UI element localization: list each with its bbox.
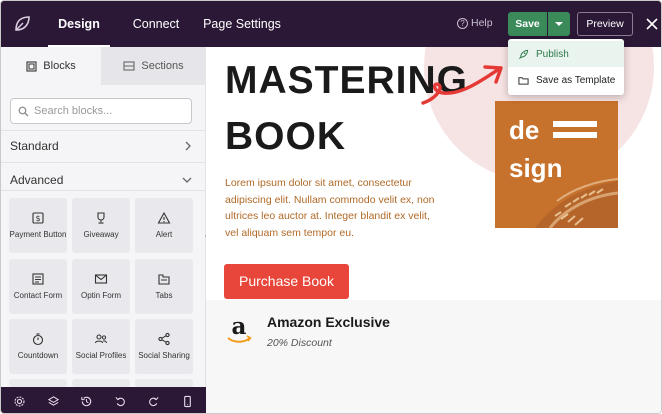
book-cover-image[interactable]: de sign <box>495 101 618 228</box>
block-label: Giveaway <box>83 230 119 240</box>
block-giveaway[interactable]: Giveaway <box>72 198 130 253</box>
search-placeholder: Search blocks... <box>34 105 113 117</box>
envelope-icon <box>94 274 108 284</box>
save-dropdown-toggle[interactable] <box>548 12 570 36</box>
save-as-template-label: Save as Template <box>536 74 616 86</box>
undo-icon[interactable] <box>114 395 127 408</box>
stopwatch-icon <box>32 333 44 346</box>
block-label: Social Sharing <box>138 351 190 361</box>
help-link[interactable]: ? Help <box>457 17 493 29</box>
tab-sections-label: Sections <box>141 60 184 72</box>
divider <box>1 162 206 163</box>
chevron-right-icon <box>185 141 191 151</box>
sidebar-tabs: Blocks Sections <box>1 47 206 85</box>
tab-connect[interactable]: Connect <box>123 1 189 47</box>
amazon-section[interactable]: a Amazon Exclusive 20% Discount <box>206 300 661 413</box>
alert-icon <box>157 212 171 224</box>
purchase-book-button[interactable]: Purchase Book <box>224 264 349 299</box>
block-partial[interactable] <box>72 379 130 387</box>
amazon-logo-icon: a <box>227 314 252 343</box>
share-icon <box>158 333 170 346</box>
tab-sections[interactable]: Sections <box>101 47 206 85</box>
trophy-icon <box>97 212 105 224</box>
sections-icon <box>123 61 135 71</box>
book-cover-line-2: sign <box>509 153 563 183</box>
users-icon <box>94 334 107 344</box>
block-payment-button[interactable]: $ Payment Button <box>9 198 67 253</box>
question-icon: ? <box>457 17 468 29</box>
folder-icon <box>518 76 529 85</box>
save-button[interactable]: Save <box>508 12 547 36</box>
standard-label: Standard <box>10 139 59 153</box>
redo-icon[interactable] <box>147 395 160 408</box>
layers-icon[interactable] <box>47 395 60 408</box>
page-builder-window: Design Connect Page Settings ? Help Save… <box>0 0 662 414</box>
block-label: Alert <box>155 230 173 240</box>
close-icon[interactable] <box>645 14 659 34</box>
tabs-icon <box>158 274 170 285</box>
block-label: Social Profiles <box>75 351 127 361</box>
menu-item-save-as-template[interactable]: Save as Template <box>508 67 624 93</box>
search-blocks-input[interactable]: Search blocks... <box>10 98 192 124</box>
blocks-icon <box>26 60 37 72</box>
mobile-icon[interactable] <box>181 395 194 408</box>
tab-page-settings[interactable]: Page Settings <box>201 1 283 47</box>
bottom-toolbar <box>1 387 206 413</box>
equals-bars-graphic <box>553 121 597 138</box>
block-label: Payment Button <box>9 230 67 240</box>
block-countdown[interactable]: Countdown <box>9 319 67 374</box>
block-tabs[interactable]: Tabs <box>135 259 193 314</box>
standard-section-header[interactable]: Standard <box>10 139 192 153</box>
amazon-subtitle[interactable]: 20% Discount <box>267 337 332 349</box>
block-social-profiles[interactable]: Social Profiles <box>72 319 130 374</box>
block-label: Countdown <box>17 351 59 361</box>
block-partial[interactable] <box>135 379 193 387</box>
block-partial[interactable] <box>9 379 67 387</box>
menu-item-publish[interactable]: Publish <box>508 41 624 67</box>
seedprod-logo-icon <box>15 16 30 31</box>
search-icon <box>18 106 29 116</box>
publish-label: Publish <box>536 48 569 60</box>
blocks-sidebar: Blocks Sections Search blocks... Standar… <box>1 47 206 387</box>
advanced-label: Advanced <box>10 173 64 187</box>
block-optin-form[interactable]: Optin Form <box>72 259 130 314</box>
block-label: Optin Form <box>80 291 121 301</box>
tab-blocks[interactable]: Blocks <box>1 47 101 85</box>
block-label: Tabs <box>155 291 173 301</box>
divider <box>1 130 206 131</box>
block-label: Contact Form <box>13 291 63 301</box>
svg-text:$: $ <box>35 214 40 223</box>
divider <box>1 190 206 191</box>
gear-icon[interactable] <box>13 395 26 408</box>
dollar-icon: $ <box>32 212 44 224</box>
tab-design[interactable]: Design <box>48 1 110 47</box>
form-icon <box>32 273 44 285</box>
preview-button[interactable]: Preview <box>577 12 633 36</box>
help-label: Help <box>471 17 493 29</box>
svg-text:a: a <box>232 314 247 340</box>
amazon-title[interactable]: Amazon Exclusive <box>267 314 390 330</box>
block-alert[interactable]: Alert <box>135 198 193 253</box>
annotation-arrow-icon <box>421 65 503 105</box>
block-social-sharing[interactable]: Social Sharing <box>135 319 193 374</box>
description-text[interactable]: Lorem ipsum dolor sit amet, consectetur … <box>225 175 435 241</box>
history-icon[interactable] <box>80 395 93 408</box>
save-dropdown-menu: Publish Save as Template <box>508 39 624 95</box>
advanced-section-header[interactable]: Advanced <box>10 173 192 187</box>
rocket-icon <box>519 49 529 59</box>
tab-blocks-label: Blocks <box>43 60 76 72</box>
chevron-down-icon <box>182 177 192 183</box>
block-contact-form[interactable]: Contact Form <box>9 259 67 314</box>
